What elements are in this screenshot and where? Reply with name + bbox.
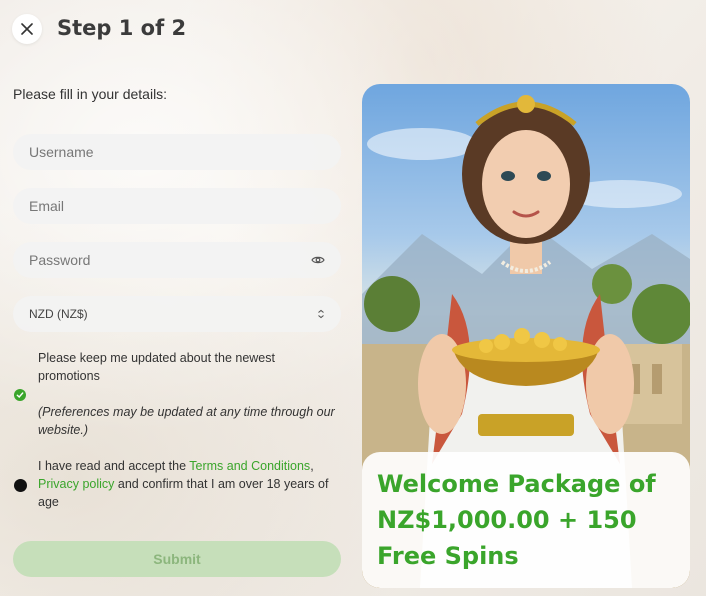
- terms-label: I have read and accept the Terms and Con…: [38, 457, 338, 511]
- promotions-checkbox[interactable]: [14, 389, 26, 401]
- promo-banner: Welcome Package of NZ$1,000.00 + 150 Fre…: [362, 84, 690, 588]
- terms-prefix: I have read and accept the: [38, 459, 190, 473]
- close-button[interactable]: [12, 14, 42, 44]
- terms-comma: ,: [310, 459, 314, 473]
- close-icon: [21, 23, 33, 35]
- password-placeholder: Password: [29, 252, 91, 268]
- promotions-label: Please keep me updated about the newest …: [38, 351, 275, 383]
- promo-text: Welcome Package of NZ$1,000.00 + 150 Fre…: [377, 470, 656, 570]
- username-field[interactable]: Username: [13, 134, 341, 170]
- username-placeholder: Username: [29, 144, 94, 160]
- check-icon: [16, 392, 24, 399]
- currency-select[interactable]: NZD (NZ$): [13, 296, 341, 332]
- show-password-button[interactable]: [311, 255, 325, 265]
- currency-value: NZD (NZ$): [29, 307, 88, 321]
- terms-link[interactable]: Terms and Conditions: [189, 459, 310, 473]
- chevron-updown-icon: [317, 309, 325, 319]
- form-subtitle: Please fill in your details:: [13, 86, 168, 102]
- preferences-note: (Preferences may be updated at any time …: [38, 405, 335, 437]
- email-field[interactable]: Email: [13, 188, 341, 224]
- terms-checkbox[interactable]: [14, 479, 27, 492]
- submit-button[interactable]: Submit: [13, 541, 341, 577]
- password-field[interactable]: Password: [13, 242, 341, 278]
- eye-icon: [311, 256, 325, 264]
- promo-card: Welcome Package of NZ$1,000.00 + 150 Fre…: [362, 452, 690, 588]
- email-placeholder: Email: [29, 198, 65, 214]
- privacy-link[interactable]: Privacy policy: [38, 477, 114, 491]
- page-title: Step 1 of 2: [57, 16, 187, 40]
